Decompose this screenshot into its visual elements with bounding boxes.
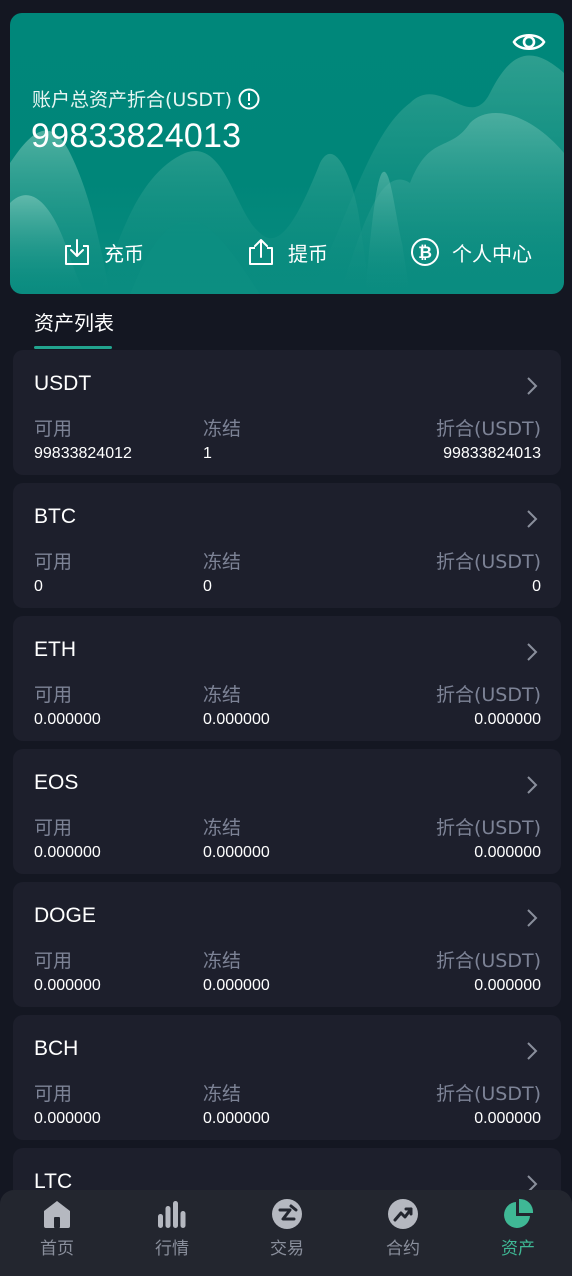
- equivalent-label: 折合(USDT): [435, 551, 541, 573]
- available-label: 可用: [34, 817, 73, 839]
- nav-home-label: 首页: [40, 1239, 74, 1259]
- equivalent-label: 折合(USDT): [435, 418, 541, 440]
- personal-center-label: 个人中心: [452, 241, 532, 266]
- chevron-right-icon: [527, 909, 538, 927]
- asset-summary-card: 账户总资产折合(USDT) 99833824013 充币 提币 ₿ 个人中心: [10, 13, 564, 294]
- nav-trade-label: 交易: [270, 1239, 304, 1259]
- home-icon: [44, 1201, 70, 1228]
- asset-card-eth[interactable]: ETH 可用 冻结 折合(USDT) 0.000000 0.000000 0.0…: [13, 616, 561, 741]
- equivalent-label: 折合(USDT): [435, 1083, 541, 1105]
- asset-name: EOS: [34, 771, 79, 794]
- deposit-button[interactable]: 充币: [62, 232, 144, 272]
- equivalent-value: 0.000000: [474, 711, 541, 728]
- equivalent-value: 0: [532, 578, 541, 595]
- assets-pie-icon: [504, 1198, 534, 1228]
- tab-active-indicator: [34, 346, 112, 349]
- asset-card-bch[interactable]: BCH 可用 冻结 折合(USDT) 0.000000 0.000000 0.0…: [13, 1015, 561, 1140]
- asset-name: BTC: [34, 505, 76, 528]
- available-value: 99833824012: [34, 445, 132, 462]
- trade-icon: [272, 1199, 302, 1229]
- available-value: 0: [34, 578, 43, 595]
- frozen-label: 冻结: [203, 684, 242, 706]
- available-label: 可用: [34, 418, 73, 440]
- eye-icon: [512, 33, 546, 51]
- equivalent-label: 折合(USDT): [435, 950, 541, 972]
- withdraw-button[interactable]: 提币: [246, 232, 328, 272]
- contract-icon: [388, 1199, 418, 1229]
- asset-name: DOGE: [34, 904, 96, 927]
- available-label: 可用: [34, 950, 73, 972]
- total-assets-label: 账户总资产折合(USDT): [32, 89, 233, 111]
- asset-card-eos[interactable]: EOS 可用 冻结 折合(USDT) 0.000000 0.000000 0.0…: [13, 749, 561, 874]
- asset-card-usdt[interactable]: USDT 可用 冻结 折合(USDT) 99833824012 1 998338…: [13, 350, 561, 475]
- nav-trade[interactable]: 交易: [247, 1198, 327, 1259]
- equivalent-value: 0.000000: [474, 977, 541, 994]
- chevron-right-icon: [527, 377, 538, 395]
- asset-card-btc[interactable]: BTC 可用 冻结 折合(USDT) 0 0 0: [13, 483, 561, 608]
- nav-assets[interactable]: 资产: [478, 1198, 558, 1259]
- market-chart-icon: [158, 1201, 186, 1228]
- available-value: 0.000000: [34, 1110, 101, 1127]
- asset-card-doge[interactable]: DOGE 可用 冻结 折合(USDT) 0.000000 0.000000 0.…: [13, 882, 561, 1007]
- nav-contract-label: 合约: [386, 1239, 420, 1259]
- chevron-right-icon: [527, 510, 538, 528]
- upload-icon: [249, 239, 273, 265]
- total-assets-label-row: 账户总资产折合(USDT): [32, 85, 260, 112]
- withdraw-label: 提币: [288, 241, 328, 266]
- chevron-right-icon: [527, 643, 538, 661]
- nav-contract[interactable]: 合约: [363, 1198, 443, 1259]
- svg-text:₿: ₿: [418, 243, 432, 263]
- hero-actions: 充币 提币 ₿ 个人中心: [10, 232, 564, 272]
- available-value: 0.000000: [34, 977, 101, 994]
- frozen-label: 冻结: [203, 1083, 242, 1105]
- nav-home[interactable]: 首页: [17, 1198, 97, 1259]
- nav-assets-label: 资产: [501, 1239, 535, 1259]
- asset-name: USDT: [34, 372, 92, 395]
- asset-name: ETH: [34, 638, 76, 661]
- available-label: 可用: [34, 684, 73, 706]
- frozen-value: 0.000000: [203, 977, 270, 994]
- download-icon: [65, 239, 89, 265]
- frozen-value: 0.000000: [203, 844, 270, 861]
- equivalent-value: 99833824013: [443, 445, 541, 462]
- info-icon[interactable]: [238, 88, 260, 110]
- nav-market[interactable]: 行情: [132, 1198, 212, 1259]
- frozen-label: 冻结: [203, 418, 242, 440]
- deposit-label: 充币: [104, 241, 144, 266]
- available-value: 0.000000: [34, 844, 101, 861]
- total-assets-value: 99833824013: [31, 117, 242, 155]
- frozen-value: 1: [203, 445, 212, 462]
- bottom-nav: 首页 行情 交易 合约 资产: [0, 1190, 572, 1276]
- nav-market-label: 行情: [155, 1239, 189, 1259]
- frozen-value: 0: [203, 578, 212, 595]
- frozen-label: 冻结: [203, 551, 242, 573]
- tab-asset-list[interactable]: 资产列表: [34, 307, 114, 336]
- personal-center-button[interactable]: ₿ 个人中心: [410, 232, 532, 272]
- available-value: 0.000000: [34, 711, 101, 728]
- toggle-visibility-button[interactable]: [512, 29, 546, 55]
- frozen-value: 0.000000: [203, 1110, 270, 1127]
- equivalent-label: 折合(USDT): [435, 684, 541, 706]
- equivalent-label: 折合(USDT): [435, 817, 541, 839]
- frozen-label: 冻结: [203, 950, 242, 972]
- frozen-label: 冻结: [203, 817, 242, 839]
- chevron-right-icon: [527, 1042, 538, 1060]
- chevron-right-icon: [527, 776, 538, 794]
- frozen-value: 0.000000: [203, 711, 270, 728]
- equivalent-value: 0.000000: [474, 844, 541, 861]
- bitcoin-icon: ₿: [411, 238, 439, 266]
- asset-name: BCH: [34, 1037, 79, 1060]
- available-label: 可用: [34, 1083, 73, 1105]
- equivalent-value: 0.000000: [474, 1110, 541, 1127]
- available-label: 可用: [34, 551, 73, 573]
